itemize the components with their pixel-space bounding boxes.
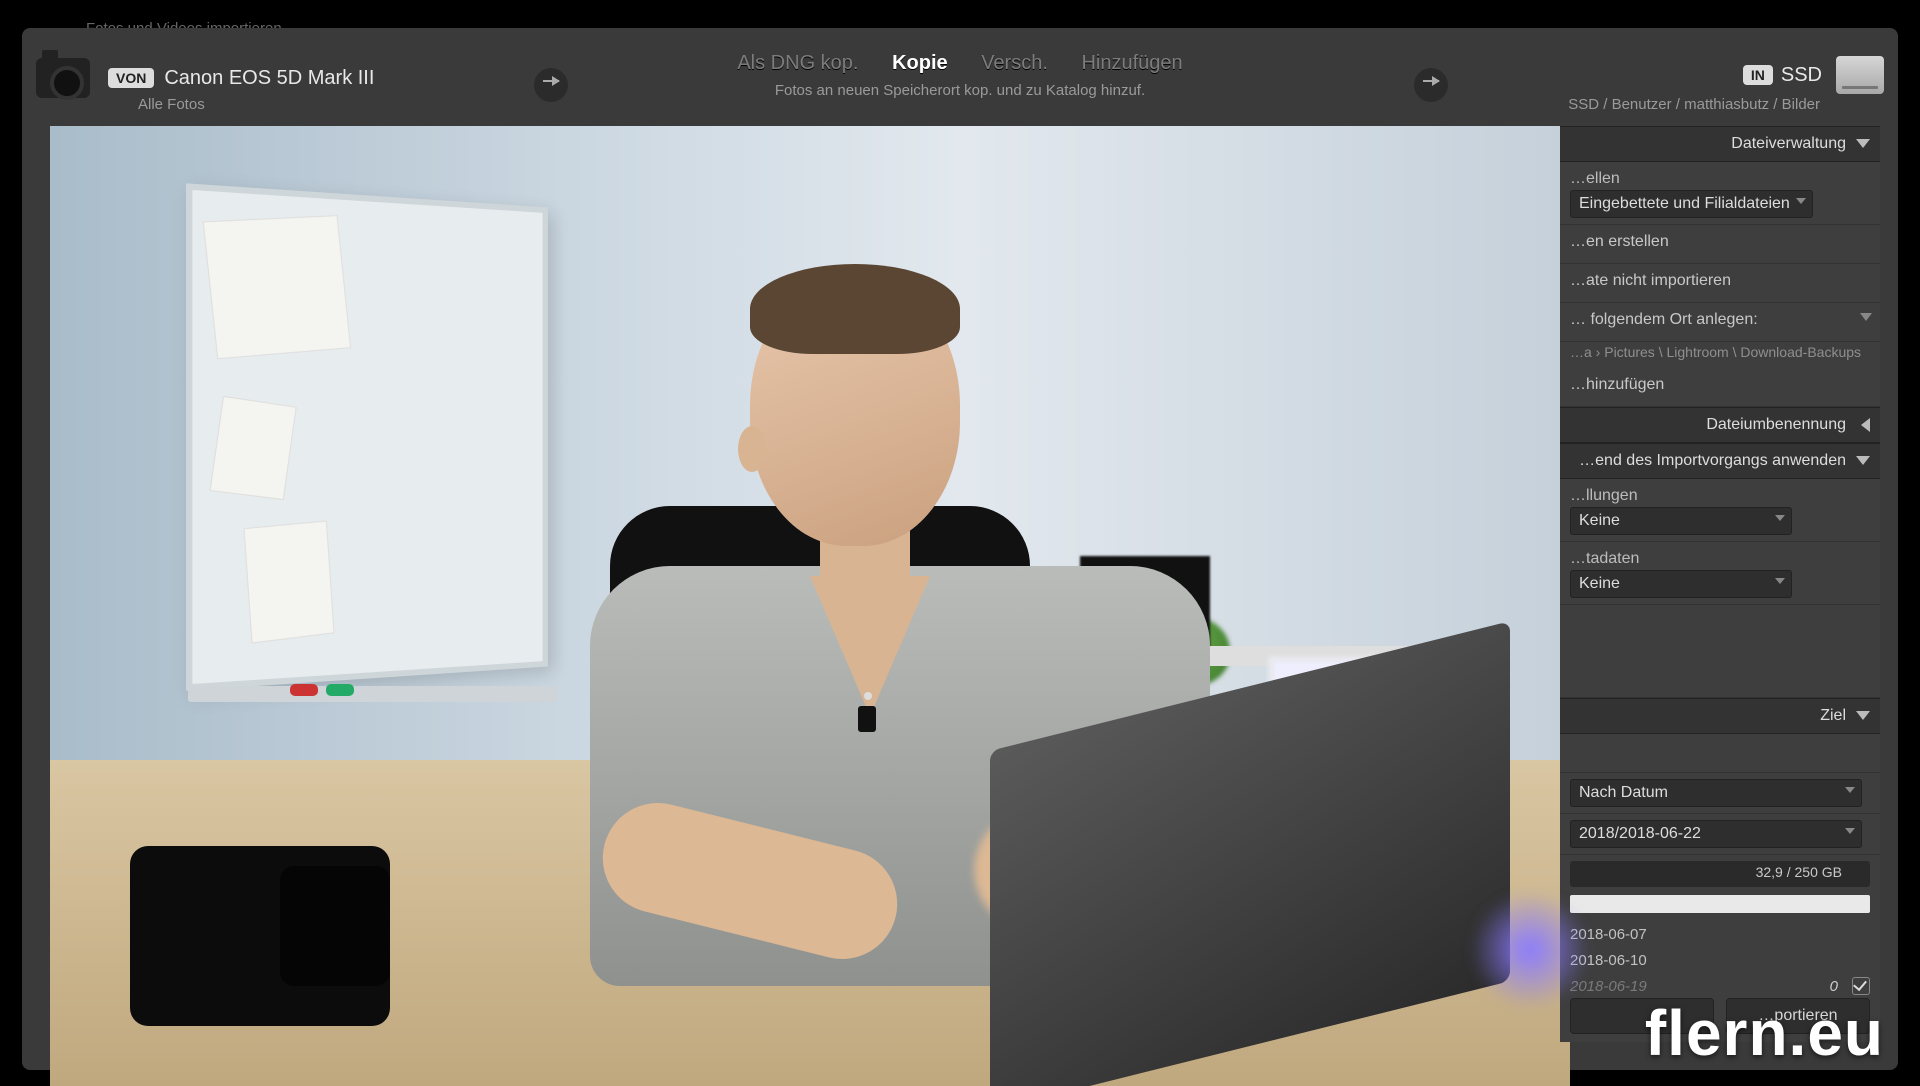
develop-settings-select[interactable]: Keine: [1570, 507, 1792, 535]
section-rename[interactable]: Dateiumbenennung: [1560, 407, 1880, 443]
section-apply-during-import[interactable]: …end des Importvorgangs anwenden: [1560, 443, 1880, 479]
chevron-down-icon: [1856, 139, 1870, 148]
arrow-right-icon: [1414, 68, 1448, 102]
import-mode-tabs: Als DNG kop. Kopie Versch. Hinzufügen: [22, 52, 1898, 75]
mode-copy[interactable]: Kopie: [892, 52, 948, 74]
metadata-select[interactable]: Keine: [1570, 570, 1792, 598]
drive-icon: [1836, 56, 1884, 94]
section-destination[interactable]: Ziel: [1560, 698, 1880, 734]
folder-count: 0: [1830, 978, 1838, 995]
preview-type-select[interactable]: Eingebettete und Filialdateien: [1570, 190, 1813, 218]
storage-bar[interactable]: 32,9 / 250 GB: [1570, 861, 1870, 887]
date-format-select[interactable]: 2018/2018-06-22: [1570, 820, 1862, 848]
folder-row[interactable]: 2018-06-07: [1570, 921, 1870, 947]
row-organize: Nach Datum: [1560, 773, 1880, 814]
row-spacer: [1560, 734, 1880, 773]
label: …en erstellen: [1570, 233, 1669, 250]
section-label: Ziel: [1820, 707, 1846, 724]
row-keywords[interactable]: [1560, 605, 1880, 698]
right-panel: Dateiverwaltung …ellen Eingebettete und …: [1560, 126, 1880, 1042]
label: …ellen: [1570, 170, 1620, 187]
row-date-format: 2018/2018-06-22: [1560, 814, 1880, 855]
row-add-to-collection[interactable]: …hinzufügen: [1560, 368, 1880, 407]
mode-as-dng[interactable]: Als DNG kop.: [737, 52, 858, 74]
app-chrome: VON Canon EOS 5D Mark III Alle Fotos Als…: [22, 28, 1898, 1070]
section-label: Dateiverwaltung: [1731, 135, 1846, 152]
destination-name: SSD: [1781, 64, 1822, 87]
cursor-glow: [1470, 890, 1590, 1010]
section-file-handling[interactable]: Dateiverwaltung: [1560, 126, 1880, 162]
chevron-down-icon: [1856, 456, 1870, 465]
storage-text: 32,9 / 250 GB: [1756, 864, 1842, 880]
preview-area: [50, 126, 1570, 1086]
row-develop-settings: …llungen Keine: [1560, 479, 1880, 542]
mode-move[interactable]: Versch.: [981, 52, 1048, 74]
mode-add[interactable]: Hinzufügen: [1081, 52, 1182, 74]
backup-path: …a › Pictures \ Lightroom \ Download-Bac…: [1560, 342, 1880, 368]
chevron-down-icon: [1856, 711, 1870, 720]
chevron-down-icon: [1860, 313, 1872, 321]
row-preview-type: …ellen Eingebettete und Filialdateien: [1560, 162, 1880, 225]
label: …ate nicht importieren: [1570, 272, 1731, 289]
label: … folgendem Ort anlegen:: [1570, 311, 1758, 328]
photo-scene: [50, 126, 1570, 1086]
organize-select[interactable]: Nach Datum: [1570, 779, 1862, 807]
destination-badge: IN: [1743, 65, 1773, 85]
label: …tadaten: [1570, 550, 1639, 567]
section-label: …end des Importvorgangs anwenden: [1579, 452, 1846, 469]
watermark: flern.eu: [1645, 996, 1884, 1070]
top-bar: VON Canon EOS 5D Mark III Alle Fotos Als…: [22, 42, 1898, 114]
checkbox-icon[interactable]: [1852, 977, 1870, 995]
destination-block[interactable]: IN SSD: [1725, 56, 1884, 94]
destination-path: SSD / Benutzer / matthiasbutz / Bilder: [1568, 96, 1820, 113]
row-smart-previews[interactable]: …en erstellen: [1560, 225, 1880, 264]
row-backup-location[interactable]: … folgendem Ort anlegen:: [1560, 303, 1880, 342]
row-skip-duplicates[interactable]: …ate nicht importieren: [1560, 264, 1880, 303]
section-label: Dateiumbenennung: [1706, 416, 1846, 433]
row-metadata: …tadaten Keine: [1560, 542, 1880, 605]
chevron-left-icon: [1861, 418, 1870, 432]
label: …llungen: [1570, 487, 1638, 504]
label: …hinzufügen: [1570, 376, 1664, 393]
folder-row[interactable]: 2018-06-10: [1570, 947, 1870, 973]
storage-usage-bar: [1570, 895, 1870, 913]
